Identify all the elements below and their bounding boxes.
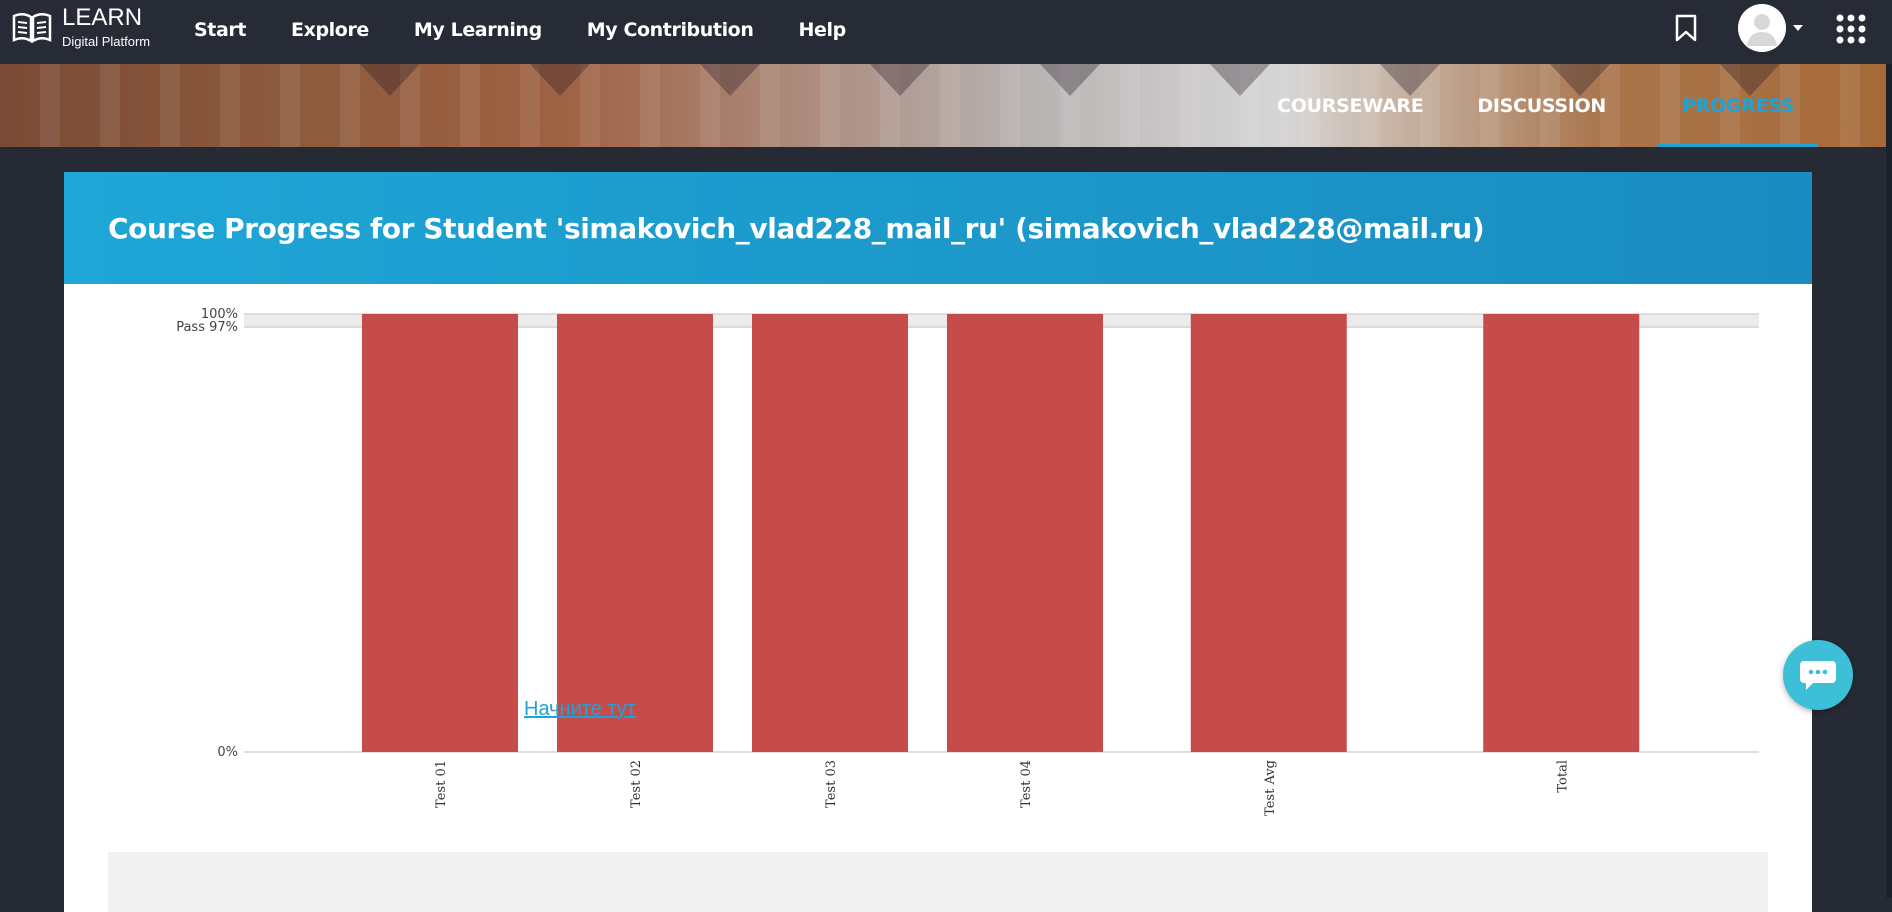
page-title: Course Progress for Student 'simakovich_… — [108, 211, 1485, 245]
tab-discussion[interactable]: DISCUSSION — [1475, 64, 1608, 147]
nav-my-contribution[interactable]: My Contribution — [587, 19, 754, 41]
nav-explore[interactable]: Explore — [291, 19, 369, 41]
bar-total[interactable] — [1483, 314, 1640, 752]
x-tick-label: Test Avg — [1263, 760, 1278, 816]
y-tick-label: 0% — [217, 745, 238, 760]
x-tick-label: Total — [1555, 760, 1570, 793]
chat-button[interactable] — [1783, 640, 1853, 710]
apps-grid-icon[interactable] — [1836, 14, 1866, 44]
bar-test-avg[interactable] — [1190, 314, 1347, 752]
user-silhouette-icon — [1738, 4, 1786, 52]
progress-chart: 100%Pass 97%0%Test 01 Test 02 Test 03 Test … — [176, 307, 1759, 816]
page-scrollbar[interactable] — [1886, 64, 1892, 898]
top-navbar: LEARN Digital Platform Start Explore My … — [0, 0, 1892, 64]
x-tick-label: Test 02 — [629, 760, 644, 808]
tab-progress[interactable]: PROGRESS — [1657, 64, 1819, 147]
nav-help[interactable]: Help — [798, 19, 846, 41]
avatar[interactable] — [1738, 4, 1786, 52]
y-tick-label: Pass 97% — [176, 320, 238, 335]
course-tabs: COURSEWARE DISCUSSION PROGRESS — [1225, 64, 1819, 147]
progress-header: Course Progress for Student 'simakovich_… — [64, 172, 1812, 284]
book-icon — [12, 13, 52, 44]
bar-test-03[interactable] — [752, 314, 908, 752]
start-here-link[interactable]: Начните тут — [524, 698, 636, 721]
bar-test-02[interactable] — [557, 314, 713, 752]
bar-test-04[interactable] — [947, 314, 1103, 752]
nav-my-learning[interactable]: My Learning — [414, 19, 542, 41]
chevron-down-icon[interactable] — [1792, 24, 1804, 32]
brand-subtitle: Digital Platform — [62, 34, 151, 49]
chat-icon — [1800, 661, 1836, 690]
bar-test-01[interactable] — [362, 314, 518, 752]
x-tick-label: Test 03 — [824, 760, 839, 808]
tab-courseware[interactable]: COURSEWARE — [1275, 64, 1425, 147]
progress-card: Course Progress for Student 'simakovich_… — [64, 172, 1812, 912]
main-nav: Start Explore My Learning My Contributio… — [194, 0, 891, 60]
bottom-panel — [108, 852, 1768, 912]
x-tick-label: Test 04 — [1019, 760, 1034, 808]
x-tick-label: Test 01 — [434, 760, 449, 808]
bookmark-icon[interactable] — [1674, 14, 1698, 42]
brand-title: LEARN — [62, 4, 143, 31]
nav-start[interactable]: Start — [194, 19, 246, 41]
brand-logo[interactable]: LEARN Digital Platform — [12, 6, 150, 48]
